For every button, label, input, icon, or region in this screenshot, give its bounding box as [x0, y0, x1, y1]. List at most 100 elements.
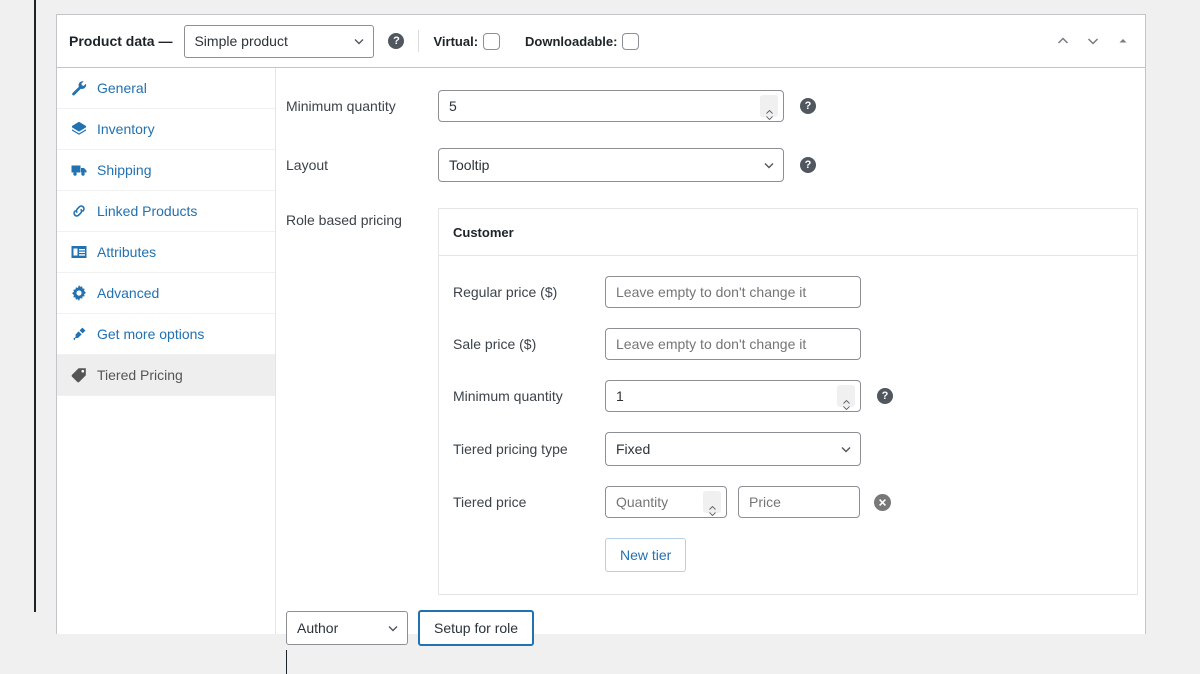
layout-select-wrapper: TooltipTableInline [438, 148, 784, 182]
sidebar-item-shipping[interactable]: Shipping [57, 150, 275, 191]
price-tag-icon [70, 366, 88, 384]
new-tier-button[interactable]: New tier [605, 538, 686, 572]
admin-menu-rail [0, 0, 36, 612]
product-data-panel: Product data — Simple productGrouped pro… [56, 14, 1146, 634]
new-tier-row: New tier [439, 538, 1137, 572]
virtual-checkbox-label[interactable]: Virtual: [433, 30, 503, 53]
sidebar-item-advanced[interactable]: Advanced [57, 273, 275, 314]
truck-icon [70, 161, 88, 179]
sale-price-row: Sale price ($) [439, 328, 1137, 360]
sale-price-input[interactable] [605, 328, 861, 360]
downloadable-checkbox-label[interactable]: Downloadable: [525, 30, 642, 53]
tiered-price-row: Tiered price [439, 486, 1137, 518]
minimum-quantity-stepper[interactable] [760, 95, 778, 117]
layout-help-icon[interactable]: ? [800, 157, 816, 173]
virtual-checkbox[interactable] [483, 33, 500, 50]
panel-controls [1051, 29, 1135, 53]
gear-icon [70, 284, 88, 302]
link-icon [70, 202, 88, 220]
sidebar-item-label: Attributes [97, 244, 156, 260]
stepper-down-icon [766, 107, 773, 111]
card-minimum-quantity-row: Minimum quantity [439, 380, 1137, 412]
card-minimum-quantity-help-icon[interactable]: ? [877, 388, 893, 404]
sidebar-item-label: Tiered Pricing [97, 367, 183, 383]
move-down-button[interactable] [1081, 29, 1105, 53]
card-minimum-quantity-wrapper [605, 380, 861, 412]
plug-icon [70, 325, 88, 343]
header-divider [418, 30, 419, 52]
archive-box-icon [70, 120, 88, 138]
sidebar-item-tiered-pricing[interactable]: Tiered Pricing [57, 355, 275, 396]
tier-price-input[interactable] [738, 486, 860, 518]
stepper-up-icon [709, 497, 716, 501]
card-minimum-quantity-input[interactable] [605, 380, 861, 412]
product-data-header: Product data — Simple productGrouped pro… [57, 15, 1145, 68]
tiered-pricing-type-label: Tiered pricing type [453, 441, 605, 457]
downloadable-checkbox[interactable] [622, 33, 639, 50]
regular-price-input[interactable] [605, 276, 861, 308]
tiered-pricing-type-wrapper: FixedPercentage [605, 432, 861, 466]
tiered-pricing-type-select[interactable]: FixedPercentage [605, 432, 861, 466]
downloadable-label-text: Downloadable: [525, 34, 617, 49]
sidebar-item-inventory[interactable]: Inventory [57, 109, 275, 150]
regular-price-label: Regular price ($) [453, 284, 605, 300]
product-data-body: General Inventory Shipping [57, 68, 1145, 634]
virtual-label-text: Virtual: [433, 34, 478, 49]
product-type-select[interactable]: Simple productGrouped productExternal/Af… [184, 25, 374, 58]
role-based-pricing-row: Role based pricing Customer Regular pric… [276, 208, 1145, 595]
product-type-select-wrapper: Simple productGrouped productExternal/Af… [184, 25, 374, 58]
sidebar-item-attributes[interactable]: Attributes [57, 232, 275, 273]
product-type-help-icon[interactable]: ? [388, 33, 404, 49]
regular-price-row: Regular price ($) [439, 276, 1137, 308]
setup-for-role-button[interactable]: Setup for role [418, 610, 534, 646]
minimum-quantity-row: Minimum quantity ? [276, 90, 1145, 122]
setup-for-role-row: AuthorCustomerEditorSubscriberAdministra… [276, 610, 1145, 646]
chevron-down-icon [1085, 33, 1101, 49]
role-based-pricing-label: Role based pricing [286, 208, 438, 228]
sidebar-item-label: Shipping [97, 162, 152, 178]
close-icon [877, 497, 888, 508]
minimum-quantity-help-icon[interactable]: ? [800, 98, 816, 114]
role-pricing-card: Customer Regular price ($) Sale price ($… [438, 208, 1138, 595]
stepper-down-icon [843, 397, 850, 401]
card-minimum-quantity-label: Minimum quantity [453, 388, 605, 404]
tiered-pricing-panel: Minimum quantity ? Layout [276, 68, 1145, 634]
sidebar-item-label: Advanced [97, 285, 159, 301]
toggle-panel-button[interactable] [1111, 29, 1135, 53]
tier-quantity-wrapper [605, 486, 727, 518]
minimum-quantity-label: Minimum quantity [286, 98, 438, 114]
tiered-pricing-type-row: Tiered pricing type FixedPercentage [439, 432, 1137, 466]
sidebar-item-label: Linked Products [97, 203, 197, 219]
page-title: Product data — [69, 33, 172, 49]
sale-price-label: Sale price ($) [453, 336, 605, 352]
sidebar-item-label: Inventory [97, 121, 155, 137]
minimum-quantity-input-wrapper [438, 90, 784, 122]
role-pricing-card-body: Regular price ($) Sale price ($) Minimum… [439, 256, 1137, 594]
role-pricing-card-title: Customer [439, 209, 1137, 256]
product-data-tabs: General Inventory Shipping [57, 68, 276, 634]
wrench-icon [70, 79, 88, 97]
stepper-down-icon [709, 503, 716, 507]
layout-select[interactable]: TooltipTableInline [438, 148, 784, 182]
text-cursor [286, 650, 287, 674]
list-card-icon [70, 243, 88, 261]
chevron-up-icon [1055, 33, 1071, 49]
minimum-quantity-input[interactable] [438, 90, 784, 122]
layout-label: Layout [286, 157, 438, 173]
stepper-up-icon [843, 391, 850, 395]
triangle-up-icon [1116, 34, 1130, 48]
role-select-wrapper: AuthorCustomerEditorSubscriberAdministra… [286, 611, 408, 645]
sidebar-item-linked-products[interactable]: Linked Products [57, 191, 275, 232]
tiered-price-label: Tiered price [453, 494, 605, 510]
remove-tier-icon[interactable] [874, 494, 891, 511]
role-select[interactable]: AuthorCustomerEditorSubscriberAdministra… [286, 611, 408, 645]
sidebar-item-general[interactable]: General [57, 68, 275, 109]
stepper-up-icon [766, 101, 773, 105]
sidebar-item-label: Get more options [97, 326, 204, 342]
move-up-button[interactable] [1051, 29, 1075, 53]
tier-quantity-stepper[interactable] [703, 491, 721, 513]
layout-row: Layout TooltipTableInline ? [276, 148, 1145, 182]
sidebar-item-get-more-options[interactable]: Get more options [57, 314, 275, 355]
card-minimum-quantity-stepper[interactable] [837, 385, 855, 407]
sidebar-item-label: General [97, 80, 147, 96]
